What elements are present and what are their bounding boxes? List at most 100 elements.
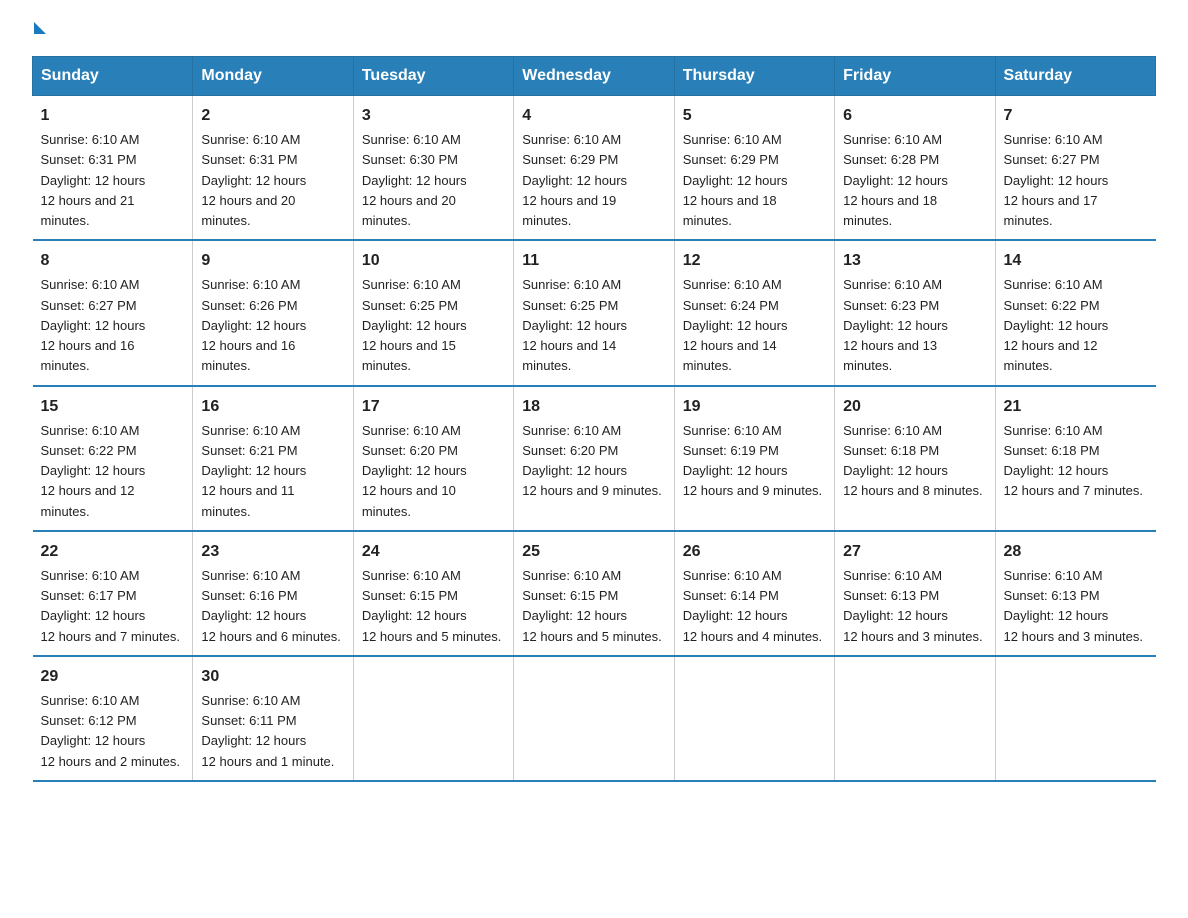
day-info: Sunrise: 6:10 AMSunset: 6:31 PMDaylight:… (201, 132, 306, 228)
day-info: Sunrise: 6:10 AMSunset: 6:20 PMDaylight:… (362, 423, 467, 519)
table-row: 26Sunrise: 6:10 AMSunset: 6:14 PMDayligh… (674, 531, 834, 656)
day-info: Sunrise: 6:10 AMSunset: 6:28 PMDaylight:… (843, 132, 948, 228)
table-row: 30Sunrise: 6:10 AMSunset: 6:11 PMDayligh… (193, 656, 353, 781)
header-wednesday: Wednesday (514, 57, 674, 96)
day-number: 11 (522, 249, 665, 273)
logo-triangle-icon (34, 22, 46, 34)
day-number: 4 (522, 104, 665, 128)
weekday-header-row: Sunday Monday Tuesday Wednesday Thursday… (33, 57, 1156, 96)
day-number: 27 (843, 540, 986, 564)
table-row: 20 Sunrise: 6:10 AMSunset: 6:18 PMDayligh… (835, 386, 995, 531)
table-row (674, 656, 834, 781)
table-row: 11 Sunrise: 6:10 AMSunset: 6:25 PMDayligh… (514, 240, 674, 385)
header-tuesday: Tuesday (353, 57, 513, 96)
table-row: 4 Sunrise: 6:10 AMSunset: 6:29 PMDaylight… (514, 96, 674, 241)
table-row: 24Sunrise: 6:10 AMSunset: 6:15 PMDayligh… (353, 531, 513, 656)
day-number: 1 (41, 104, 185, 128)
day-info: Sunrise: 6:10 AMSunset: 6:16 PMDaylight:… (201, 568, 340, 644)
calendar-week-row: 15 Sunrise: 6:10 AMSunset: 6:22 PMDayligh… (33, 386, 1156, 531)
day-info: Sunrise: 6:10 AMSunset: 6:26 PMDaylight:… (201, 277, 306, 373)
day-number: 3 (362, 104, 505, 128)
table-row: 16 Sunrise: 6:10 AMSunset: 6:21 PMDayligh… (193, 386, 353, 531)
table-row (353, 656, 513, 781)
day-info: Sunrise: 6:10 AMSunset: 6:18 PMDaylight:… (1004, 423, 1143, 499)
day-info: Sunrise: 6:10 AMSunset: 6:17 PMDaylight:… (41, 568, 180, 644)
calendar-table: Sunday Monday Tuesday Wednesday Thursday… (32, 56, 1156, 782)
calendar-week-row: 8 Sunrise: 6:10 AMSunset: 6:27 PMDaylight… (33, 240, 1156, 385)
day-number: 2 (201, 104, 344, 128)
day-number: 5 (683, 104, 826, 128)
day-info: Sunrise: 6:10 AMSunset: 6:24 PMDaylight:… (683, 277, 788, 373)
day-number: 16 (201, 395, 344, 419)
day-number: 12 (683, 249, 826, 273)
day-info: Sunrise: 6:10 AMSunset: 6:25 PMDaylight:… (522, 277, 627, 373)
day-number: 22 (41, 540, 185, 564)
day-number: 10 (362, 249, 505, 273)
day-number: 20 (843, 395, 986, 419)
day-info: Sunrise: 6:10 AMSunset: 6:27 PMDaylight:… (41, 277, 146, 373)
day-info: Sunrise: 6:10 AMSunset: 6:11 PMDaylight:… (201, 693, 334, 769)
table-row: 18 Sunrise: 6:10 AMSunset: 6:20 PMDayligh… (514, 386, 674, 531)
table-row: 19 Sunrise: 6:10 AMSunset: 6:19 PMDayligh… (674, 386, 834, 531)
calendar-week-row: 1 Sunrise: 6:10 AMSunset: 6:31 PMDaylight… (33, 96, 1156, 241)
table-row: 27 Sunrise: 6:10 AMSunset: 6:13 PMDayligh… (835, 531, 995, 656)
day-info: Sunrise: 6:10 AMSunset: 6:20 PMDaylight:… (522, 423, 661, 499)
day-info: Sunrise: 6:10 AMSunset: 6:13 PMDaylight:… (843, 568, 982, 644)
header-saturday: Saturday (995, 57, 1155, 96)
day-number: 26 (683, 540, 826, 564)
day-info: Sunrise: 6:10 AMSunset: 6:30 PMDaylight:… (362, 132, 467, 228)
table-row: 22 Sunrise: 6:10 AMSunset: 6:17 PMDayligh… (33, 531, 193, 656)
day-number: 14 (1004, 249, 1148, 273)
table-row: 10 Sunrise: 6:10 AMSunset: 6:25 PMDayligh… (353, 240, 513, 385)
table-row: 5 Sunrise: 6:10 AMSunset: 6:29 PMDaylight… (674, 96, 834, 241)
day-info: Sunrise: 6:10 AMSunset: 6:25 PMDaylight:… (362, 277, 467, 373)
day-number: 19 (683, 395, 826, 419)
table-row: 17Sunrise: 6:10 AMSunset: 6:20 PMDayligh… (353, 386, 513, 531)
day-number: 18 (522, 395, 665, 419)
day-info: Sunrise: 6:10 AMSunset: 6:21 PMDaylight:… (201, 423, 306, 519)
day-number: 29 (41, 665, 185, 689)
day-info: Sunrise: 6:10 AMSunset: 6:31 PMDaylight:… (41, 132, 146, 228)
day-info: Sunrise: 6:10 AMSunset: 6:12 PMDaylight:… (41, 693, 180, 769)
table-row: 21 Sunrise: 6:10 AMSunset: 6:18 PMDayligh… (995, 386, 1155, 531)
day-number: 9 (201, 249, 344, 273)
table-row: 25 Sunrise: 6:10 AMSunset: 6:15 PMDayligh… (514, 531, 674, 656)
day-number: 23 (201, 540, 344, 564)
table-row: 29 Sunrise: 6:10 AMSunset: 6:12 PMDayligh… (33, 656, 193, 781)
table-row: 9 Sunrise: 6:10 AMSunset: 6:26 PMDaylight… (193, 240, 353, 385)
day-number: 21 (1004, 395, 1148, 419)
table-row (835, 656, 995, 781)
day-info: Sunrise: 6:10 AMSunset: 6:29 PMDaylight:… (683, 132, 788, 228)
table-row: 6 Sunrise: 6:10 AMSunset: 6:28 PMDaylight… (835, 96, 995, 241)
page-header (32, 24, 1156, 36)
logo (32, 24, 46, 36)
header-thursday: Thursday (674, 57, 834, 96)
table-row: 12 Sunrise: 6:10 AMSunset: 6:24 PMDayligh… (674, 240, 834, 385)
day-number: 7 (1004, 104, 1148, 128)
day-info: Sunrise: 6:10 AMSunset: 6:18 PMDaylight:… (843, 423, 982, 499)
day-info: Sunrise: 6:10 AMSunset: 6:15 PMDaylight:… (362, 568, 501, 644)
day-info: Sunrise: 6:10 AMSunset: 6:22 PMDaylight:… (41, 423, 146, 519)
header-sunday: Sunday (33, 57, 193, 96)
day-info: Sunrise: 6:10 AMSunset: 6:19 PMDaylight:… (683, 423, 822, 499)
day-info: Sunrise: 6:10 AMSunset: 6:23 PMDaylight:… (843, 277, 948, 373)
table-row: 15 Sunrise: 6:10 AMSunset: 6:22 PMDayligh… (33, 386, 193, 531)
day-number: 15 (41, 395, 185, 419)
day-info: Sunrise: 6:10 AMSunset: 6:13 PMDaylight:… (1004, 568, 1143, 644)
calendar-week-row: 22 Sunrise: 6:10 AMSunset: 6:17 PMDayligh… (33, 531, 1156, 656)
day-number: 8 (41, 249, 185, 273)
day-info: Sunrise: 6:10 AMSunset: 6:29 PMDaylight:… (522, 132, 627, 228)
day-info: Sunrise: 6:10 AMSunset: 6:15 PMDaylight:… (522, 568, 661, 644)
table-row: 23 Sunrise: 6:10 AMSunset: 6:16 PMDayligh… (193, 531, 353, 656)
day-number: 25 (522, 540, 665, 564)
table-row: 7Sunrise: 6:10 AMSunset: 6:27 PMDaylight… (995, 96, 1155, 241)
table-row: 13 Sunrise: 6:10 AMSunset: 6:23 PMDayligh… (835, 240, 995, 385)
table-row (514, 656, 674, 781)
table-row: 2 Sunrise: 6:10 AMSunset: 6:31 PMDaylight… (193, 96, 353, 241)
day-number: 6 (843, 104, 986, 128)
day-number: 13 (843, 249, 986, 273)
table-row: 8 Sunrise: 6:10 AMSunset: 6:27 PMDaylight… (33, 240, 193, 385)
table-row: 1 Sunrise: 6:10 AMSunset: 6:31 PMDaylight… (33, 96, 193, 241)
table-row: 28Sunrise: 6:10 AMSunset: 6:13 PMDayligh… (995, 531, 1155, 656)
day-info: Sunrise: 6:10 AMSunset: 6:22 PMDaylight:… (1004, 277, 1109, 373)
